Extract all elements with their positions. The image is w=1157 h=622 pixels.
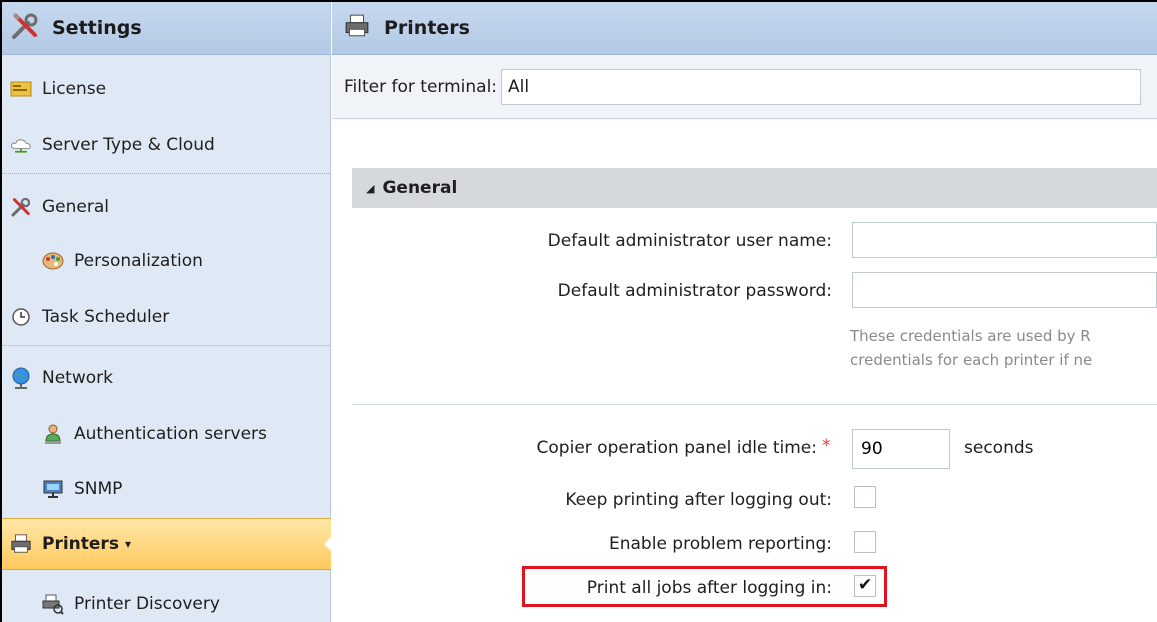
printers-panel: Printers Filter for terminal: ◢ General … [332,2,1157,622]
sidebar-item-label: License [42,79,107,99]
monitor-icon [42,478,64,500]
general-group-header[interactable]: ◢ General [352,168,1157,208]
sidebar-item-label: Printers [42,534,119,554]
panel-header: Printers [332,2,1157,55]
idle-time-input[interactable] [852,429,950,469]
license-icon [10,78,32,100]
active-pointer [324,536,332,552]
sidebar-item-server-type[interactable]: Server Type & Cloud [2,130,331,160]
sidebar-header: Settings [2,2,330,55]
printer-icon [10,533,32,555]
user-server-icon [42,423,64,445]
sidebar-item-label: SNMP [74,479,123,499]
sidebar-item-printers[interactable]: Printers ▾ [2,518,332,570]
sidebar-item-label: Server Type & Cloud [42,135,215,155]
problem-reporting-checkbox[interactable] [854,531,876,553]
filter-label: Filter for terminal: [344,76,498,97]
admin-username-field[interactable] [852,222,1157,258]
required-marker: * [822,436,831,456]
sidebar-item-personalization[interactable]: Personalization [2,246,331,276]
sidebar-item-label: Authentication servers [74,424,267,444]
credentials-note-line2: credentials for each printer if ne [850,351,1093,369]
sidebar-item-label: Printer Discovery [74,594,220,614]
sidebar-item-network[interactable]: Network [2,363,331,393]
settings-sidebar: Settings License Server Type & Cloud Gen… [2,2,332,622]
tools-icon [10,11,40,46]
chevron-down-icon[interactable]: ▾ [125,537,131,551]
highlight-box [522,566,887,607]
sidebar-item-label: Network [42,368,113,388]
printer-search-icon [42,593,64,615]
sidebar-item-snmp[interactable]: SNMP [2,474,331,504]
section-divider [352,404,1157,405]
globe-icon [10,367,32,389]
sidebar-item-label: Task Scheduler [42,307,170,327]
tools-icon [10,196,32,218]
idle-time-label: Copier operation panel idle time: [536,438,817,458]
sidebar-item-general[interactable]: General [2,192,331,222]
terminal-filter-input[interactable] [501,68,1142,105]
sidebar-title: Settings [52,17,142,39]
idle-time-unit: seconds [964,438,1034,458]
settings-form: ◢ General Default administrator user nam… [332,120,1157,622]
problem-reporting-label: Enable problem reporting: [609,534,832,554]
admin-password-label: Default administrator password: [557,281,832,301]
filter-bar: Filter for terminal: [332,55,1157,119]
admin-password-field[interactable] [852,272,1157,308]
cloud-icon [10,134,32,156]
sidebar-item-label: Personalization [74,251,203,271]
page-title: Printers [384,17,470,39]
keep-printing-label: Keep printing after logging out: [565,490,832,510]
keep-printing-checkbox[interactable] [854,486,876,508]
sidebar-item-label: General [42,197,109,217]
divider [2,345,331,346]
printer-icon [344,14,370,43]
sidebar-item-task-scheduler[interactable]: Task Scheduler [2,302,331,332]
divider [2,173,331,174]
sidebar-item-license[interactable]: License [2,74,331,104]
credentials-note-line1: These credentials are used by R [850,327,1091,345]
sidebar-item-printer-discovery[interactable]: Printer Discovery [2,589,331,619]
sidebar-item-authentication-servers[interactable]: Authentication servers [2,419,331,449]
group-title: General [382,178,458,198]
collapse-toggle-icon[interactable]: ◢ [366,182,374,195]
admin-username-label: Default administrator user name: [547,231,832,251]
clock-icon [10,306,32,328]
palette-icon [42,250,64,272]
